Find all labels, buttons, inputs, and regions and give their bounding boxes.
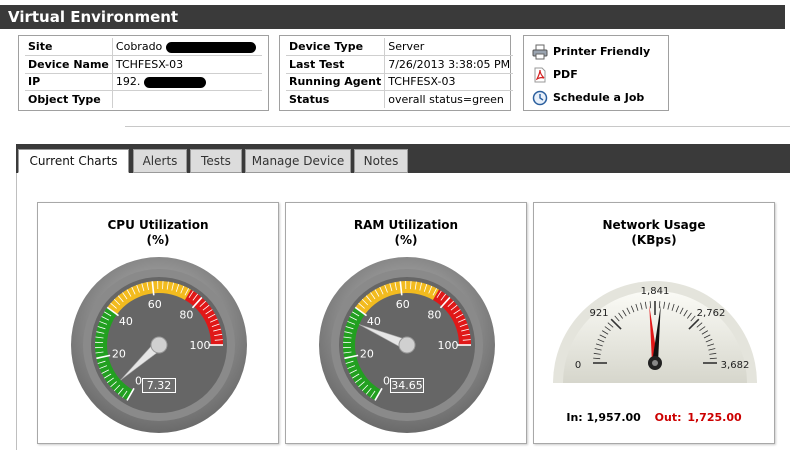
site-label: Site (25, 38, 113, 56)
tick-label: 2,762 (697, 308, 726, 319)
network-totals: In: 1,957.00 Out: 1,725.00 (534, 411, 774, 424)
tick-label: 0 (383, 375, 390, 388)
tick-mark (593, 357, 601, 360)
tab-bar: Current Charts Alerts Tests Manage Devic… (16, 144, 790, 173)
ip-label: IP (25, 73, 113, 91)
info-row-ip: IP 192. (25, 73, 262, 91)
tick-label: 60 (148, 298, 162, 311)
needle-hub (398, 336, 416, 354)
ram-gauge-panel: RAM Utilization (%) 0 20 40 60 80 100 34.65 (285, 202, 527, 444)
object-type-value (112, 91, 262, 109)
tick-label: 100 (190, 339, 211, 352)
running-agent-value: TCHFESX-03 (384, 73, 514, 91)
info-row-last-test: Last Test 7/26/2013 3:38:05 PM (286, 55, 514, 74)
tab-current-charts[interactable]: Current Charts (18, 149, 129, 173)
tick-mark (649, 301, 652, 309)
network-gauge: 0 921 1,841 2,762 3,682 (553, 281, 757, 383)
cpu-gauge: 0 20 40 60 80 100 (71, 257, 247, 433)
printer-icon (532, 44, 548, 59)
redaction-bar (144, 76, 207, 88)
tab-alerts[interactable]: Alerts (133, 149, 187, 173)
actions-panel: Printer Friendly PDF Schedule a Job (523, 35, 669, 111)
printer-friendly-link[interactable]: Printer Friendly (532, 40, 660, 63)
tick-mark (162, 281, 164, 290)
needle-hub (150, 336, 168, 354)
object-type-label: Object Type (25, 90, 113, 108)
device-type-label: Device Type (286, 38, 386, 56)
ip-value: 192. (115, 75, 141, 89)
tick-label: 921 (589, 308, 608, 319)
device-type-value: Server (384, 38, 514, 56)
info-row-device-name: Device Name TCHFESX-03 (25, 55, 262, 74)
page-title: Virtual Environment (0, 5, 785, 29)
pdf-icon (534, 67, 546, 82)
tick-label: 3,682 (721, 360, 750, 371)
status-value: overall status=green (388, 93, 504, 106)
device-name-label: Device Name (25, 55, 113, 74)
info-row-status: Status overall status=green (286, 90, 513, 108)
schedule-job-label: Schedule a Job (553, 91, 645, 104)
tab-tests[interactable]: Tests (190, 149, 242, 173)
redaction-bar (166, 41, 257, 53)
tab-notes[interactable]: Notes (354, 149, 408, 173)
device-info-left: Site Cobrado Device Name TCHFESX-03 IP 1… (18, 35, 269, 111)
schedule-job-link[interactable]: Schedule a Job (532, 86, 660, 109)
tick-label: 60 (396, 298, 410, 311)
tick-mark (709, 357, 717, 360)
divider (125, 126, 790, 127)
tick-mark (658, 301, 661, 309)
pdf-label: PDF (553, 68, 578, 81)
tick-label: 80 (179, 309, 193, 322)
tick-mark (410, 281, 412, 290)
network-out-label: Out: (654, 411, 682, 424)
last-test-value: 7/26/2013 3:38:05 PM (384, 55, 514, 74)
tab-manage-device[interactable]: Manage Device (245, 149, 351, 173)
info-row-device-type: Device Type Server (286, 38, 514, 56)
network-gauge-panel: Network Usage (KBps) 0 921 1,841 2,762 3,682… (533, 202, 775, 444)
info-row-site: Site Cobrado (25, 38, 262, 56)
info-row-object-type: Object Type (25, 90, 262, 109)
last-test-label: Last Test (286, 55, 386, 74)
site-value: Cobrado (115, 40, 163, 53)
clock-icon (532, 90, 548, 105)
tick-label: 100 (438, 339, 459, 352)
tick-label: 20 (360, 348, 374, 361)
status-label: Status (286, 90, 386, 108)
device-info-right: Device Type Server Last Test 7/26/2013 3… (279, 35, 514, 111)
needle-hub-center (652, 360, 658, 366)
network-out-value: 1,725.00 (687, 411, 742, 424)
running-agent-label: Running Agent (286, 73, 386, 91)
ip-value-cell: 192. (112, 73, 262, 91)
network-in-value: 1,957.00 (586, 411, 641, 424)
printer-friendly-label: Printer Friendly (553, 45, 651, 58)
ram-value-readout: 34.65 (390, 378, 424, 393)
tick-label: 80 (427, 309, 441, 322)
tick-label: 20 (112, 348, 126, 361)
tick-label: 40 (367, 315, 381, 328)
cpu-gauge-panel: CPU Utilization (%) 0 20 40 60 80 100 7.32 (37, 202, 279, 444)
device-name-value: TCHFESX-03 (112, 55, 262, 74)
network-in-label: In: (566, 411, 583, 424)
tick-label: 0 (135, 375, 142, 388)
pdf-link[interactable]: PDF (532, 63, 660, 86)
tick-label: 0 (575, 360, 581, 371)
site-value-cell: Cobrado (112, 38, 262, 56)
cpu-value-readout: 7.32 (142, 378, 176, 393)
tick-label: 40 (119, 315, 133, 328)
tick-label: 1,841 (641, 286, 670, 297)
info-row-running-agent: Running Agent TCHFESX-03 (286, 73, 514, 91)
ram-gauge: 0 20 40 60 80 100 (319, 257, 495, 433)
